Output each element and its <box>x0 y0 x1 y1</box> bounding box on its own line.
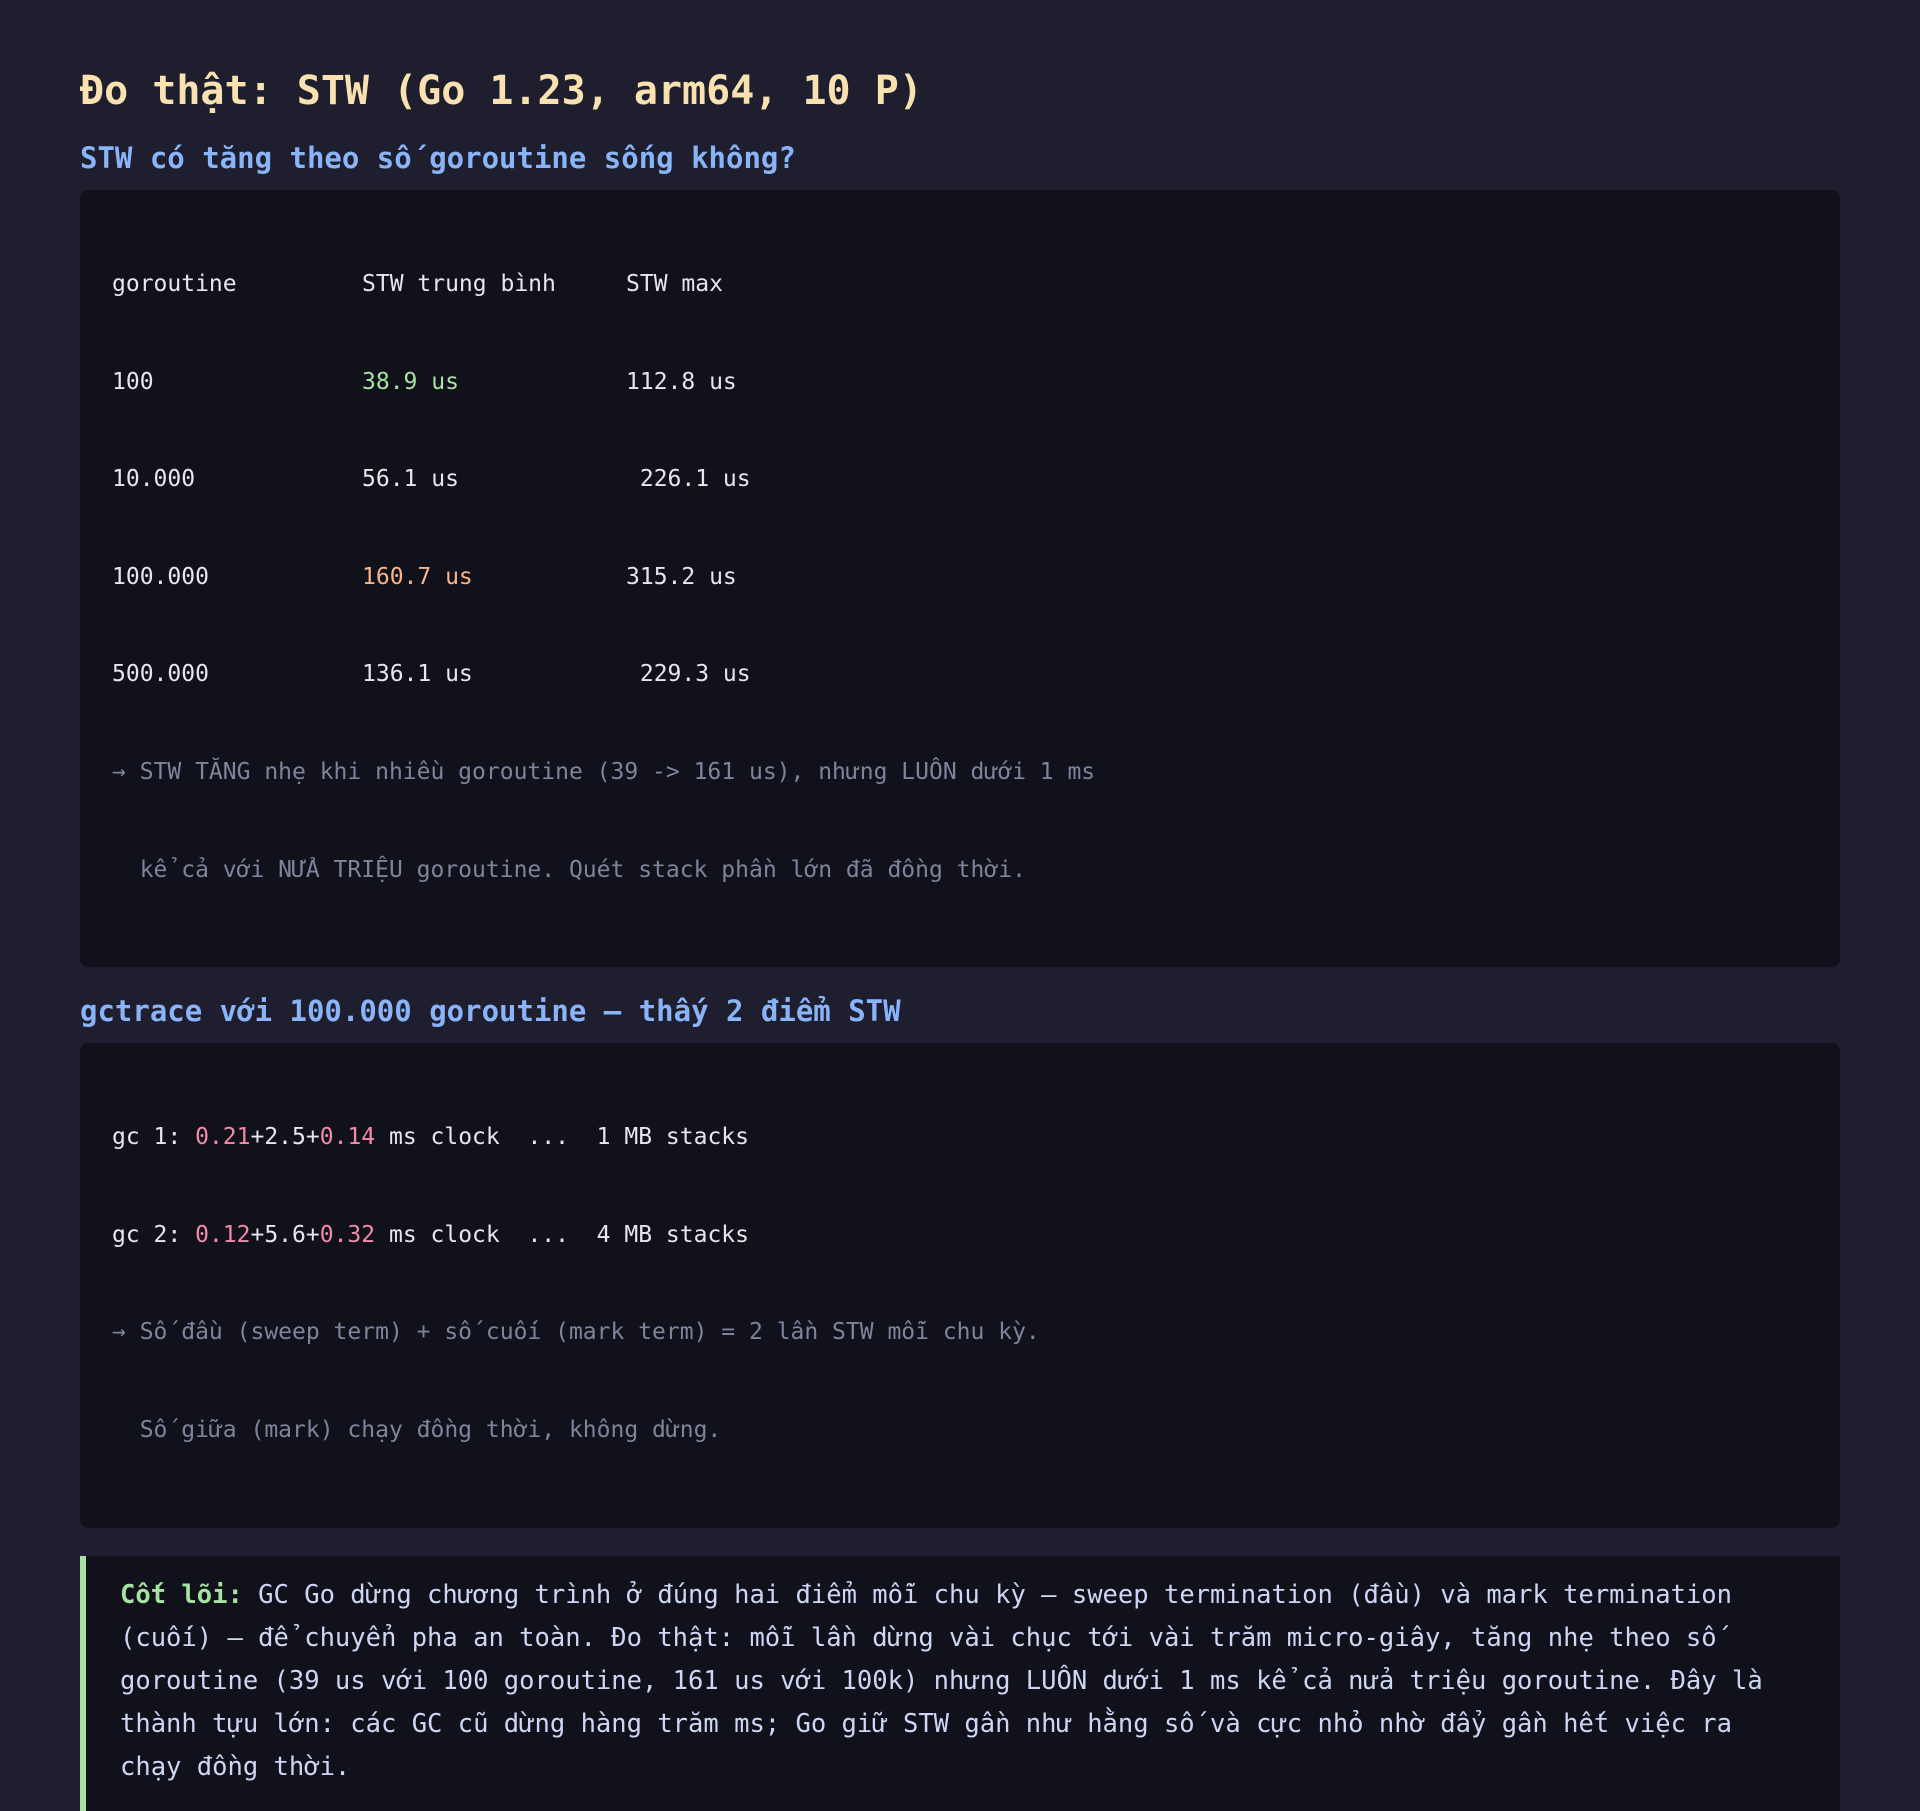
note-line: Số giữa (mark) chạy đồng thời, không dừn… <box>112 1416 722 1443</box>
gctrace-suffix: ms clock ... 4 MB stacks <box>375 1221 749 1248</box>
goroutine-count-cell: 100 <box>112 368 154 395</box>
section-heading-stw-scaling: STW có tăng theo số goroutine sống không… <box>80 141 796 175</box>
table-header-row: goroutine STW trung bình STW max <box>112 262 1808 308</box>
goroutine-count-cell: 100.000 <box>112 563 209 590</box>
column-header-stw-avg: STW trung bình <box>362 271 556 297</box>
stw-sweep-term-value: 0.12 <box>195 1221 251 1248</box>
table-row: 100.000 160.7 us 315.2 us <box>112 555 1808 601</box>
page: Đo thật: STW (Go 1.23, arm64, 10 P) STW … <box>80 60 1840 1811</box>
table-row: 100 38.9 us 112.8 us <box>112 360 1808 406</box>
stw-avg-cell: 136.1 us <box>362 661 473 688</box>
section-heading-gctrace: gctrace với 100.000 goroutine — thấy 2 đ… <box>80 994 901 1029</box>
stw-mark-term-value: 0.32 <box>319 1221 376 1248</box>
stw-max-cell: 229.3 us <box>626 661 751 688</box>
note-line: → Số đầu (sweep term) + số cuối (mark te… <box>112 1319 1040 1346</box>
stw-avg-cell: 56.1 us <box>362 466 459 493</box>
gctrace-codeblock: gc 1: 0.21+2.5+0.14 ms clock ... 1 MB st… <box>80 1043 1840 1528</box>
stw-max-cell: 112.8 us <box>626 368 737 395</box>
table-row: 10.000 56.1 us 226.1 us <box>112 457 1808 503</box>
goroutine-count-cell: 500.000 <box>112 661 209 688</box>
gc-cycle-label: gc 2: <box>112 1221 196 1248</box>
stw-sweep-term-value: 0.21 <box>195 1124 251 1151</box>
stw-avg-cell: 38.9 us <box>362 368 459 395</box>
note-line: kể cả với NỬA TRIỆU goroutine. Quét stac… <box>112 856 1026 883</box>
key-takeaway-callout: Cốt lõi: GC Go dừng chương trình ở đúng … <box>80 1555 1840 1811</box>
callout-lead: Cốt lõi: <box>120 1579 243 1610</box>
column-header-stw-max: STW max <box>626 271 723 297</box>
note-line: → STW TĂNG nhẹ khi nhiều goroutine (39 -… <box>112 758 1096 785</box>
mark-phase-value: +5.6+ <box>250 1221 320 1248</box>
stw-avg-cell: 160.7 us <box>362 563 473 590</box>
callout-text: GC Go dừng chương trình ở đúng hai điểm … <box>120 1579 1763 1782</box>
mark-phase-value: +2.5+ <box>250 1124 320 1151</box>
stw-max-cell: 315.2 us <box>626 563 737 590</box>
gctrace-line: gc 1: 0.21+2.5+0.14 ms clock ... 1 MB st… <box>112 1115 1808 1161</box>
page-title: Đo thật: STW (Go 1.23, arm64, 10 P) <box>80 68 923 114</box>
gc-cycle-label: gc 1: <box>112 1124 196 1151</box>
goroutine-count-cell: 10.000 <box>112 466 196 493</box>
stw-max-cell: 226.1 us <box>626 466 751 493</box>
table-row: 500.000 136.1 us 229.3 us <box>112 652 1808 698</box>
stw-mark-term-value: 0.14 <box>319 1124 376 1151</box>
column-header-goroutine: goroutine <box>112 271 237 297</box>
gctrace-suffix: ms clock ... 1 MB stacks <box>375 1124 749 1151</box>
stw-results-codeblock: goroutine STW trung bình STW max 100 38.9 u… <box>80 190 1840 968</box>
